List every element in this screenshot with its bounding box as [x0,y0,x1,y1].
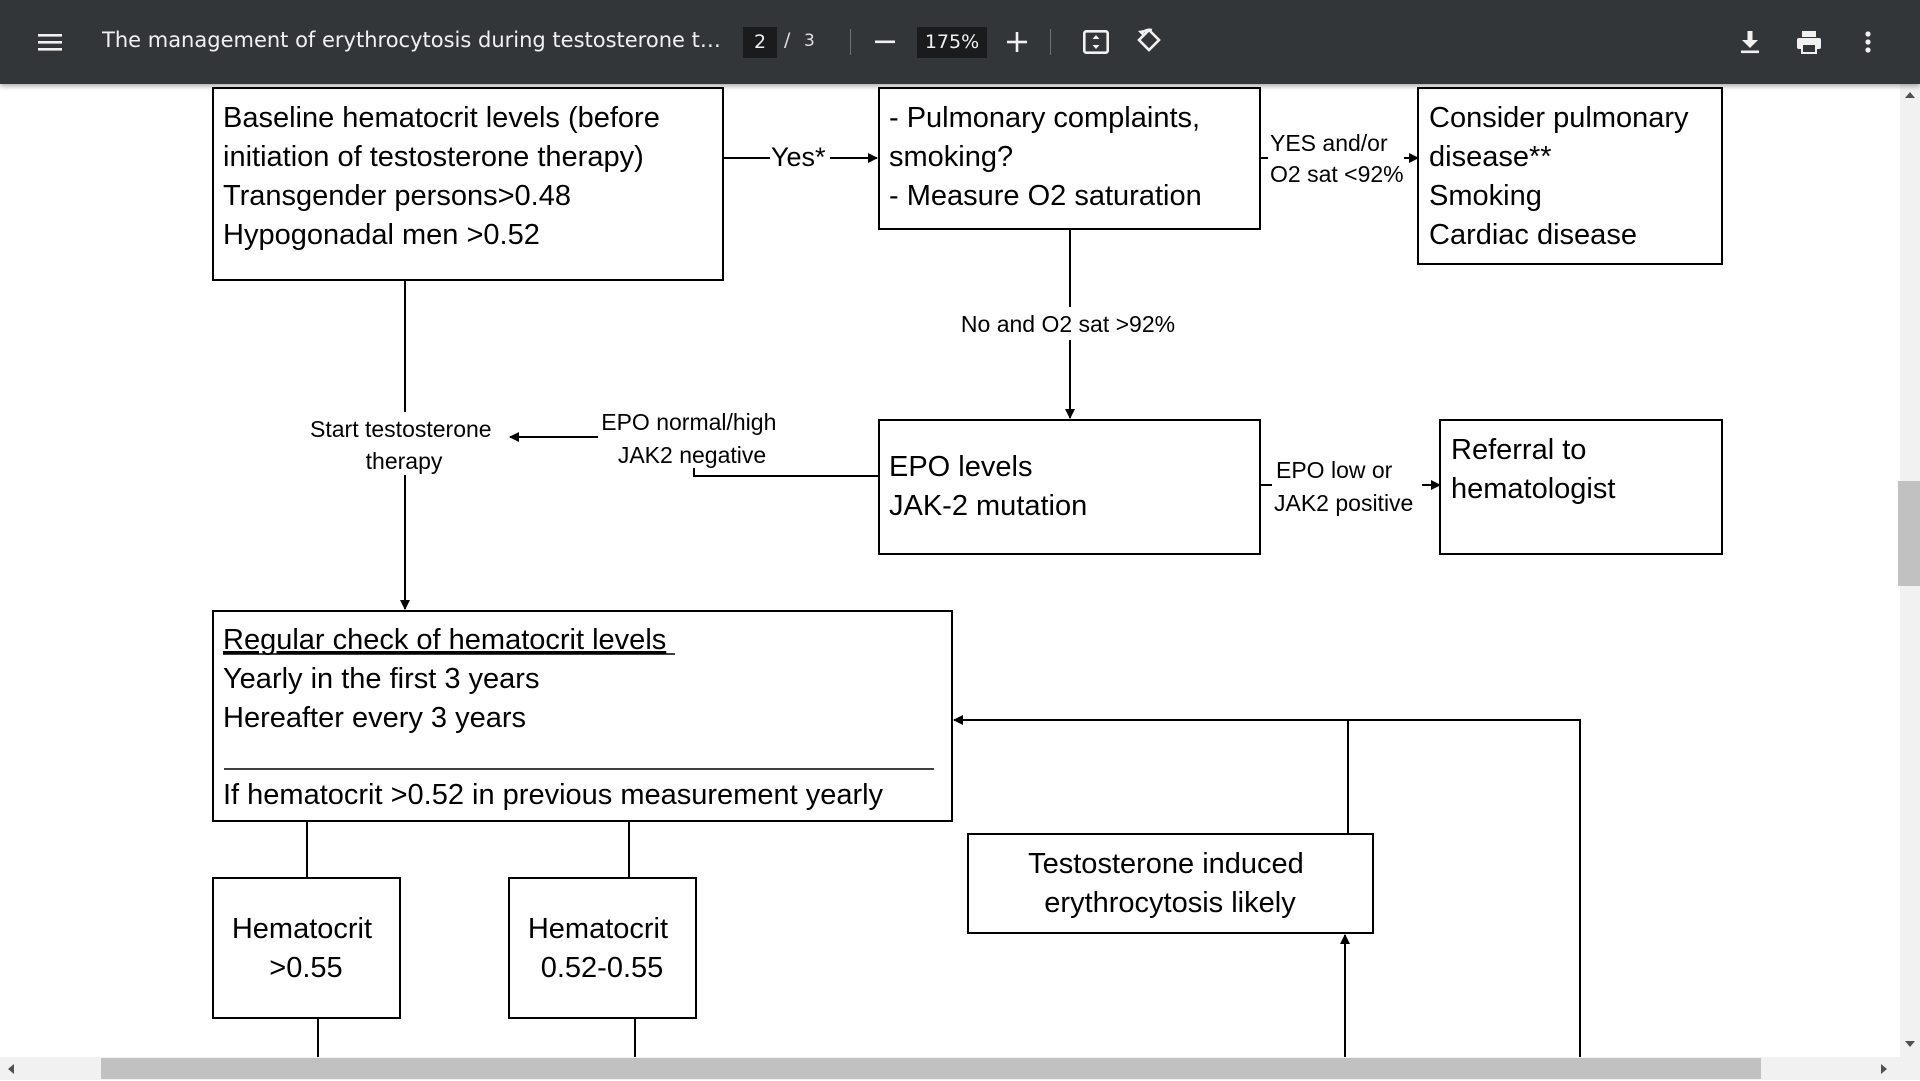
toolbar-divider [1050,29,1051,55]
epo-box [878,419,1261,555]
yes-o2-label-2: O2 sat <92% [1270,161,1404,187]
download-icon[interactable] [1734,26,1766,58]
epo-box-line-2: JAK-2 mutation [889,490,1087,522]
document-viewport: Baseline hematocrit levels (before initi… [0,84,1900,1057]
start-label-1: Start testosterone [310,416,492,442]
svg-text:Testosterone induced ery: Testosterone induced erythrocytosis like… [1028,848,1312,919]
svg-text:Start testosterone thera: Start testosterone therapy [310,416,498,474]
regular-check-line-1: Yearly in the first 3 years [223,663,539,695]
scroll-up-icon[interactable] [1903,88,1917,100]
page-number-input[interactable]: 2 [743,27,777,58]
svg-text:- Pulmonary complaints,: - Pulmonary complaints, smoking? - Measu… [889,102,1208,212]
epo-low-label-1: EPO low or [1276,457,1393,483]
no-o2-label: No and O2 sat >92% [961,311,1175,337]
svg-text:Baseline hematocrit levels (be: Baseline hematocrit levels (before initi… [223,102,668,251]
hct-mid-line-2: 0.52-0.55 [541,952,664,984]
page-separator: / [784,29,791,51]
svg-text:Hematocrit >0.55: Hematocrit >0.55 [232,913,380,984]
consider-line-4: Cardiac disease [1429,219,1637,251]
referral-line-1: Referral to [1451,434,1586,466]
yes-o2-label-1: YES and/or [1270,130,1388,156]
vertical-scroll-thumb[interactable] [1898,481,1920,586]
zoom-out-icon[interactable] [868,26,902,58]
hct-high-box [212,877,401,1019]
epo-normal-connector [693,468,879,477]
svg-text:EPO normal/high JAK2 neg: EPO normal/high JAK2 negative [601,409,783,468]
fit-page-icon[interactable] [1080,26,1112,58]
yes-label: Yes* [771,142,826,172]
consider-line-3: Smoking [1429,180,1542,212]
epo-low-label-2: JAK2 positive [1274,490,1413,516]
pdf-toolbar: The management of erythrocytosis during … [0,0,1920,84]
pulmonary-line-2: smoking? [889,141,1013,173]
regular-check-title: Regular check of hematocrit levels [223,624,666,656]
svg-text:EPO low or JAK2 positive: EPO low or JAK2 positive [1274,457,1413,516]
rotate-icon[interactable] [1132,24,1166,58]
epo-normal-label-2: JAK2 negative [618,442,766,468]
document-title: The management of erythrocytosis during … [102,28,722,52]
epo-box-line-1: EPO levels [889,451,1032,483]
start-label-2: therapy [366,448,443,474]
epo-normal-label-1: EPO normal/high [601,409,776,435]
flowchart: Baseline hematocrit levels (before initi… [212,87,1723,1057]
regular-check-if-line: If hematocrit >0.52 in previous measurem… [223,779,884,811]
testo-line-2: erythrocytosis likely [1044,887,1296,919]
scroll-down-icon[interactable] [1903,1037,1917,1049]
testo-line-1: Testosterone induced [1028,848,1304,880]
svg-text:Consider pulmonary disea: Consider pulmonary disease** Smoking Car… [1429,102,1697,251]
svg-text:Yearly in the first 3 years: Yearly in the first 3 years Hereafter ev… [223,663,548,734]
hct-high-line-1: Hematocrit [232,913,372,945]
hct-mid-box [508,877,697,1019]
pulmonary-line-3: - Measure O2 saturation [889,180,1202,212]
baseline-line-3: Transgender persons>0.48 [223,180,571,212]
more-options-icon[interactable] [1854,26,1882,58]
hct-high-line-2: >0.55 [269,952,342,984]
page-total: 3 [804,31,815,51]
scroll-right-icon[interactable] [1878,1062,1890,1076]
baseline-line-2: initiation of testosterone therapy) [223,141,644,173]
baseline-line-1: Baseline hematocrit levels (before [223,102,660,134]
regular-check-line-2: Hereafter every 3 years [223,702,526,734]
svg-text:Referral to hematologist: Referral to hematologist [1451,434,1615,505]
menu-icon[interactable] [34,26,66,58]
print-icon[interactable] [1792,26,1826,58]
horizontal-scroll-thumb[interactable] [101,1058,1761,1079]
svg-text:Hematocrit 0.52-0.55: Hematocrit 0.52-0.55 [528,913,676,984]
consider-line-2: disease** [1429,141,1552,173]
svg-text:EPO levels JAK-2 mutatio: EPO levels JAK-2 mutation [889,451,1087,522]
referral-line-2: hematologist [1451,473,1615,505]
zoom-level-input[interactable]: 175% [917,27,987,58]
consider-line-1: Consider pulmonary [1429,102,1689,134]
hct-mid-line-1: Hematocrit [528,913,668,945]
pulmonary-line-1: - Pulmonary complaints, [889,102,1200,134]
scroll-left-icon[interactable] [5,1062,17,1076]
baseline-line-4: Hypogonadal men >0.52 [223,219,540,251]
svg-text:YES and/or O2 sat <92%: YES and/or O2 sat <92% [1270,130,1404,187]
zoom-in-icon[interactable] [1000,26,1034,58]
toolbar-divider [850,29,851,55]
